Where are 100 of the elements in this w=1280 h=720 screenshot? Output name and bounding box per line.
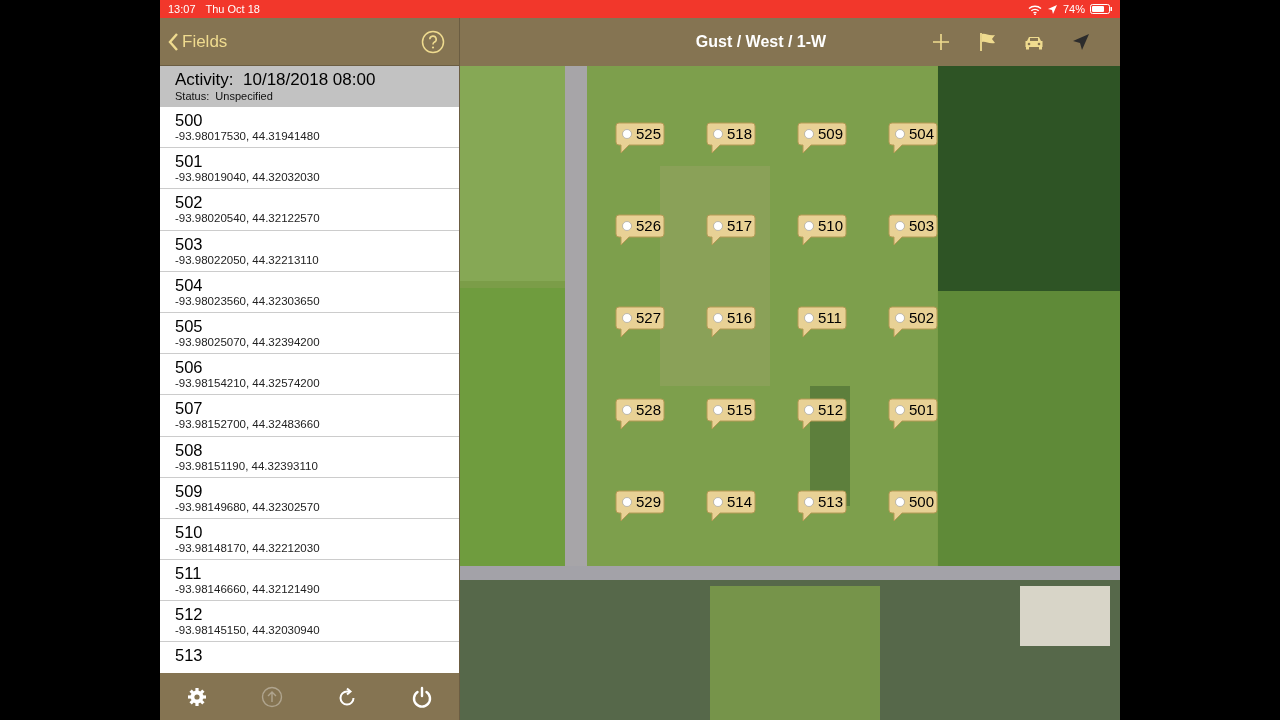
- dot-icon: [622, 129, 632, 139]
- point-name: 506: [175, 358, 204, 378]
- point-coordinates: -93.98152700, 44.32483660: [175, 418, 321, 431]
- status-date: Thu Oct 18: [205, 3, 260, 15]
- dot-icon: [895, 497, 905, 507]
- point-list-item[interactable]: 507 -93.98152700, 44.32483660: [160, 395, 459, 437]
- point-coordinates: -93.98020540, 44.32122570: [175, 212, 321, 225]
- location-icon: [1046, 3, 1058, 15]
- map-pin[interactable]: 514: [706, 490, 756, 522]
- point-list-item[interactable]: 509 -93.98149680, 44.32302570: [160, 477, 459, 519]
- point-list-item[interactable]: 511 -93.98146660, 44.32121490: [160, 560, 459, 602]
- point-coordinates: -93.98019040, 44.32032030: [175, 171, 321, 184]
- dot-icon: [713, 221, 723, 231]
- dot-icon: [622, 221, 632, 231]
- point-list-item[interactable]: 510 -93.98148170, 44.32212030: [160, 518, 459, 561]
- map-pin[interactable]: 525: [615, 122, 665, 154]
- point-name: 511: [175, 564, 203, 584]
- pin-label: 503: [909, 218, 935, 234]
- map-pin[interactable]: 527: [615, 306, 665, 338]
- pin-label: 515: [727, 402, 753, 418]
- map-pin[interactable]: 503: [888, 214, 938, 246]
- point-list-item[interactable]: 504 -93.98023560, 44.32303650: [160, 271, 459, 313]
- dot-icon: [622, 405, 632, 415]
- point-name: 507: [175, 399, 204, 419]
- pin-label: 504: [909, 126, 935, 142]
- dot-icon: [895, 313, 905, 323]
- point-coordinates: -93.98145150, 44.32030940: [175, 624, 321, 637]
- dot-icon: [804, 129, 814, 139]
- battery-icon: [1090, 4, 1112, 14]
- map-pin[interactable]: 517: [706, 214, 756, 246]
- map-pin[interactable]: 501: [888, 398, 938, 430]
- settings-icon[interactable]: [186, 685, 209, 708]
- dot-icon: [895, 221, 905, 231]
- point-name: 512: [175, 605, 204, 625]
- point-name: 501: [175, 152, 204, 172]
- pin-label: 526: [636, 218, 662, 234]
- point-coordinates: -93.98146660, 44.32121490: [175, 583, 321, 596]
- point-name: 504: [175, 275, 204, 295]
- map-pin[interactable]: 516: [706, 306, 756, 338]
- pin-label: 500: [909, 494, 935, 510]
- pin-label: 529: [636, 494, 662, 510]
- dot-icon: [713, 129, 723, 139]
- map-pin[interactable]: 500: [888, 490, 938, 522]
- map-pin[interactable]: 504: [888, 122, 938, 154]
- point-name: 509: [175, 481, 204, 501]
- navigation-arrow-icon[interactable]: [1072, 33, 1090, 51]
- point-coordinates: -93.98022050, 44.32213110: [175, 253, 320, 266]
- point-name: 503: [175, 234, 204, 254]
- map-pin[interactable]: 502: [888, 306, 938, 338]
- point-list-item[interactable]: 512 -93.98145150, 44.32030940: [160, 601, 459, 643]
- point-list-item[interactable]: 508 -93.98151190, 44.32393110: [160, 436, 459, 478]
- pin-label: 525: [636, 126, 662, 142]
- pin-label: 514: [727, 494, 753, 510]
- activity-title: Activity: 10/18/2018 08:00: [175, 70, 377, 90]
- point-name: 502: [175, 193, 204, 213]
- map-pin[interactable]: 528: [615, 398, 665, 430]
- dot-icon: [895, 129, 905, 139]
- point-coordinates: -93.98148170, 44.32212030: [175, 541, 321, 554]
- pin-label: 512: [818, 402, 844, 418]
- point-list-item[interactable]: 503 -93.98022050, 44.32213110: [160, 230, 459, 272]
- point-coordinates: -93.98025070, 44.32394200: [175, 335, 321, 348]
- point-name: 508: [175, 440, 204, 460]
- map-pin[interactable]: 510: [797, 214, 847, 246]
- car-icon[interactable]: [1024, 34, 1044, 50]
- pin-label: 509: [818, 126, 844, 142]
- point-list-item[interactable]: 500 -93.98017530, 44.31941480: [160, 107, 459, 149]
- point-list-item[interactable]: 506 -93.98154210, 44.32574200: [160, 354, 459, 396]
- dot-icon: [622, 497, 632, 507]
- pin-label: 518: [727, 126, 753, 142]
- battery-percentage: 74%: [1062, 3, 1085, 15]
- chevron-left-icon: [168, 31, 179, 52]
- point-list-item[interactable]: 501 -93.98019040, 44.32032030: [160, 148, 459, 190]
- map-pin[interactable]: 509: [797, 122, 847, 154]
- map-pin[interactable]: 529: [615, 490, 665, 522]
- map-pin[interactable]: 515: [706, 398, 756, 430]
- point-list-item[interactable]: 505 -93.98025070, 44.32394200: [160, 312, 459, 355]
- dot-icon: [713, 497, 723, 507]
- dot-icon: [713, 313, 723, 323]
- flag-icon[interactable]: [978, 32, 996, 52]
- map-pin[interactable]: 511: [797, 306, 847, 338]
- satellite-map[interactable]: 525 518 509 504 526 517 510 503 527 516 511 502 528 515 512 501 529 514 513 500: [460, 66, 1120, 720]
- power-icon[interactable]: [410, 685, 433, 708]
- map-pin[interactable]: 518: [706, 122, 756, 154]
- pin-label: 513: [818, 494, 844, 510]
- pin-label: 516: [727, 310, 753, 326]
- map-pin[interactable]: 513: [797, 490, 847, 522]
- pin-label: 510: [818, 218, 844, 234]
- point-list-item[interactable]: 502 -93.98020540, 44.32122570: [160, 189, 459, 231]
- status-time: 13:07: [168, 3, 196, 15]
- dot-icon: [895, 405, 905, 415]
- help-icon[interactable]: [421, 29, 445, 54]
- dot-icon: [804, 313, 814, 323]
- map-pin[interactable]: 512: [797, 398, 847, 430]
- map-title: Gust / West / 1-W: [694, 33, 828, 51]
- dot-icon: [804, 221, 814, 231]
- point-coordinates: -93.98154210, 44.32574200: [175, 377, 321, 390]
- plus-icon[interactable]: [932, 33, 950, 51]
- map-pin[interactable]: 526: [615, 214, 665, 246]
- point-coordinates: -93.98017530, 44.31941480: [175, 130, 321, 142]
- pin-label: 527: [636, 310, 662, 326]
